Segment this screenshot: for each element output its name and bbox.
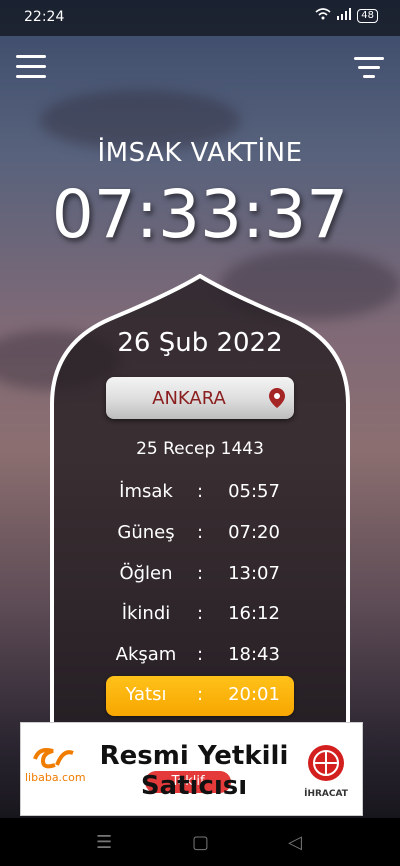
signal-icon	[337, 8, 352, 23]
prayer-row-ikindi: İkindi : 16:12	[106, 595, 294, 635]
ad-brand-text: libaba.com	[25, 771, 86, 784]
filter-icon[interactable]	[354, 57, 384, 79]
prayer-time: 20:01	[228, 684, 280, 705]
separator: :	[196, 563, 204, 584]
prayer-row-aksam: Akşam : 18:43	[106, 636, 294, 676]
ad-banner[interactable]: libaba.com Teklif Resmi Yetkili Satıcısı…	[20, 722, 363, 816]
prayer-time: 16:12	[228, 603, 280, 624]
prayer-name: Yatsı	[125, 684, 167, 705]
separator: :	[196, 522, 204, 543]
recent-apps-icon[interactable]: ☰	[96, 832, 112, 853]
prayer-time: 18:43	[228, 644, 280, 665]
ihracat-logo-icon	[301, 739, 351, 789]
ad-title: Resmi Yetkili Satıcısı	[99, 741, 289, 801]
gregorian-date: 26 Şub 2022	[117, 328, 283, 358]
prayer-name: İmsak	[119, 481, 173, 502]
prayer-name: Akşam	[115, 644, 177, 665]
prayer-name: Öğlen	[119, 563, 173, 584]
prayer-row-imsak: İmsak : 05:57	[106, 473, 294, 513]
prayer-time: 05:57	[228, 481, 280, 502]
back-icon[interactable]: ◁	[288, 832, 302, 853]
status-bar: 22:24 48	[0, 0, 400, 36]
prayer-row-yatsi-active: Yatsı : 20:01	[106, 676, 294, 716]
system-nav-bar: ☰ ▢ ◁	[0, 818, 400, 866]
city-label: ANKARA	[152, 388, 226, 409]
city-select-button[interactable]: ANKARA	[106, 377, 294, 419]
menu-icon[interactable]	[16, 55, 46, 79]
countdown-timer: 07:33:37	[51, 176, 349, 253]
prayer-name: Güneş	[117, 522, 175, 543]
next-prayer-title: İMSAK VAKTİNE	[97, 138, 303, 168]
prayer-row-oglen: Öğlen : 13:07	[106, 555, 294, 595]
prayer-time: 13:07	[228, 563, 280, 584]
separator: :	[196, 644, 204, 665]
wifi-icon	[315, 8, 331, 23]
home-icon[interactable]: ▢	[192, 832, 209, 853]
prayer-time: 07:20	[228, 522, 280, 543]
separator: :	[196, 603, 204, 624]
prayer-name: İkindi	[121, 603, 171, 624]
prayer-row-gunes: Güneş : 07:20	[106, 514, 294, 554]
hijri-date: 25 Recep 1443	[136, 439, 264, 459]
location-pin-icon	[268, 387, 286, 409]
separator: :	[196, 684, 204, 705]
status-time: 22:24	[24, 9, 65, 25]
ad-partner-text: İHRACAT	[304, 789, 348, 799]
separator: :	[196, 481, 204, 502]
battery-icon: 48	[357, 8, 378, 23]
status-icons: 48	[315, 8, 378, 23]
